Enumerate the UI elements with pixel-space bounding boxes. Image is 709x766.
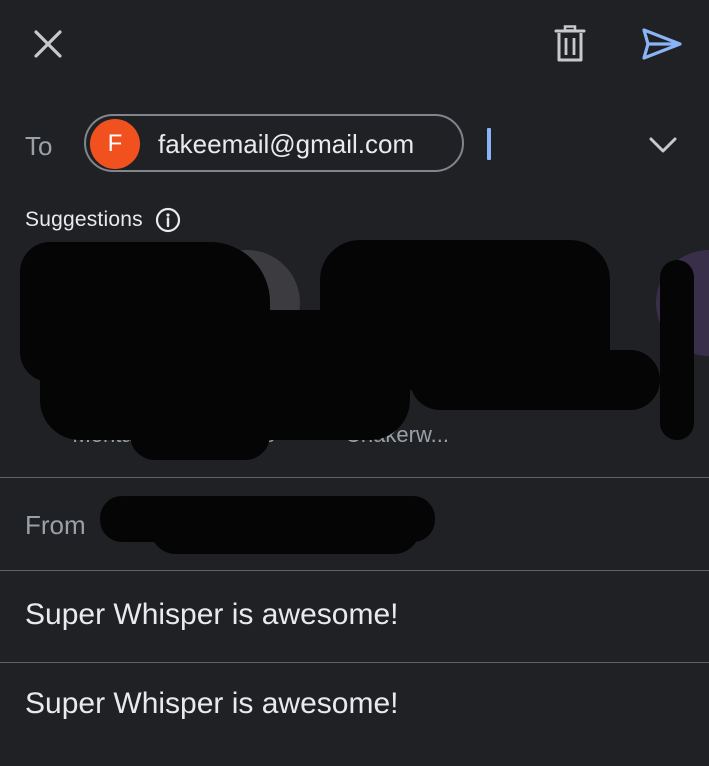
recipient-avatar: F bbox=[90, 119, 140, 169]
recipient-initial: F bbox=[107, 130, 123, 157]
redaction-mark bbox=[150, 500, 420, 554]
redaction-mark bbox=[410, 350, 660, 410]
text-cursor[interactable] bbox=[487, 128, 491, 160]
send-button[interactable] bbox=[636, 22, 688, 66]
recipient-email: fakeemail@gmail.com bbox=[158, 129, 415, 159]
to-label: To bbox=[25, 131, 53, 161]
from-row[interactable]: From snig bbox=[0, 478, 709, 570]
suggestions-title: Suggestions bbox=[25, 208, 143, 231]
delete-button[interactable] bbox=[548, 22, 592, 66]
compose-screen: To F fakeemail@gmail.com Suggestions Cha… bbox=[0, 0, 709, 766]
suggestions-strip: Menta ans Chakerw... ag bbox=[0, 240, 709, 470]
body-text: Super Whisper is awesome! bbox=[25, 687, 399, 720]
suggestions-header: Suggestions bbox=[25, 205, 181, 235]
close-button[interactable] bbox=[26, 22, 70, 66]
subject-text: Super Whisper is awesome! bbox=[25, 598, 399, 631]
expand-recipients-button[interactable] bbox=[644, 126, 682, 164]
chevron-down-icon bbox=[649, 137, 677, 153]
info-button[interactable] bbox=[155, 207, 181, 233]
redaction-mark bbox=[660, 260, 694, 440]
info-icon bbox=[155, 207, 180, 233]
body-field[interactable]: Super Whisper is awesome! bbox=[0, 663, 709, 766]
send-icon bbox=[642, 28, 682, 60]
redaction-mark bbox=[40, 375, 150, 415]
redaction-mark bbox=[130, 408, 270, 460]
compose-toolbar bbox=[0, 0, 709, 90]
from-label: From bbox=[25, 510, 86, 540]
trash-icon bbox=[554, 25, 586, 62]
close-icon bbox=[34, 30, 62, 58]
to-row: To F fakeemail@gmail.com bbox=[0, 112, 709, 178]
subject-field[interactable]: Super Whisper is awesome! bbox=[0, 571, 709, 661]
recipient-chip[interactable]: F fakeemail@gmail.com bbox=[84, 114, 464, 172]
